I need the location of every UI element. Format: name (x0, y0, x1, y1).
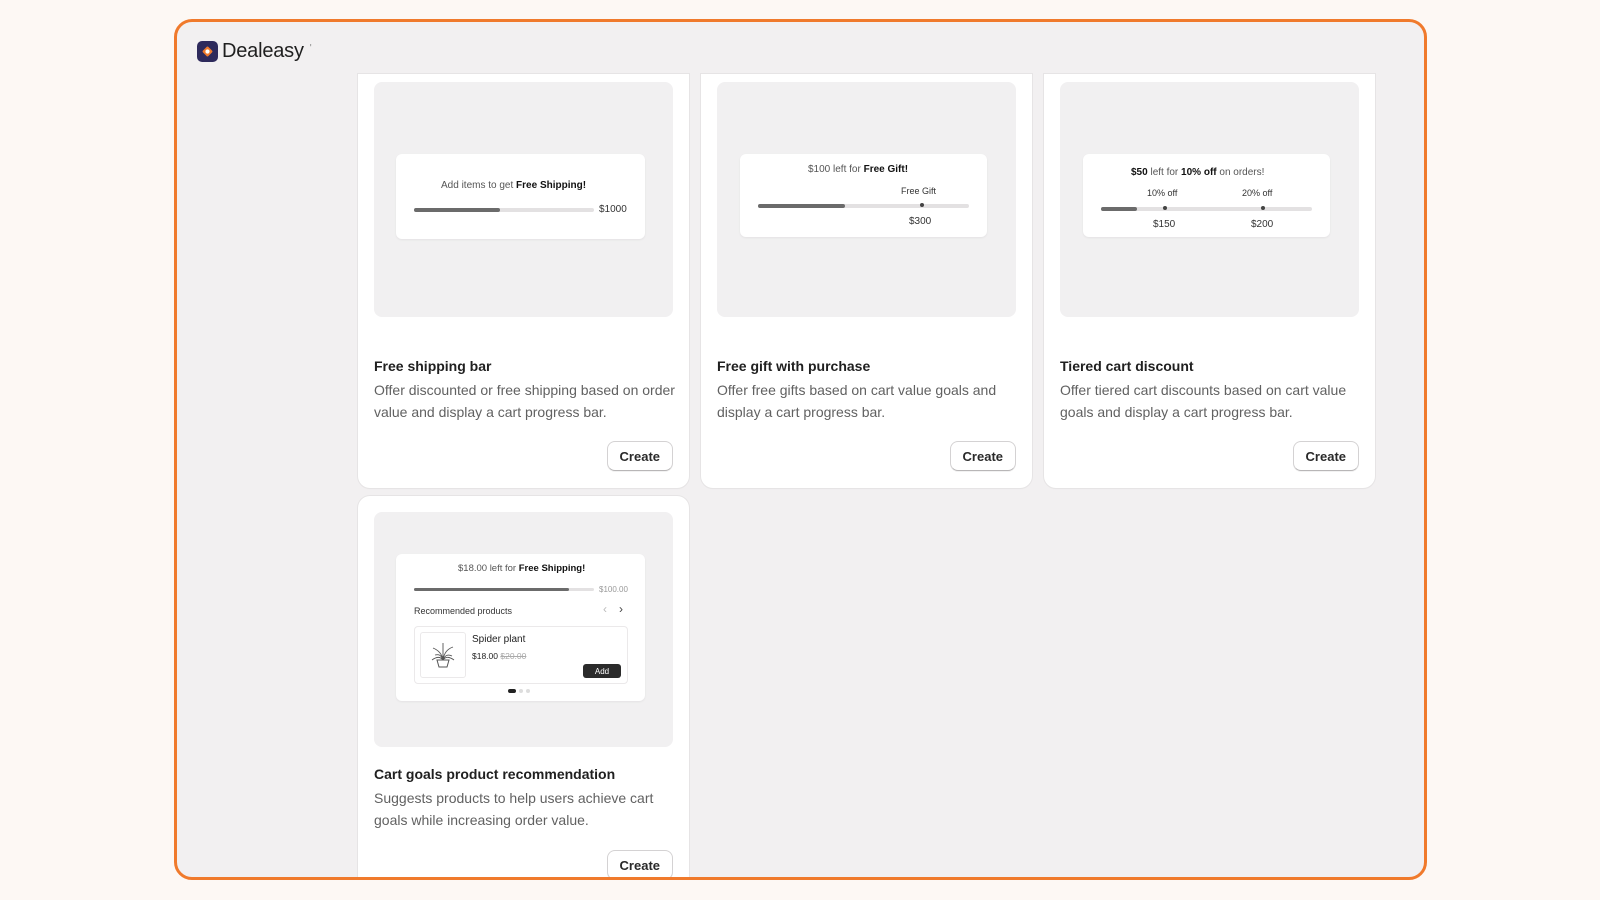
create-button[interactable]: Create (949, 441, 1016, 471)
progress-bar (414, 588, 594, 591)
progress-fill (414, 208, 501, 212)
chevron-right-icon[interactable]: › (619, 602, 623, 616)
preview-widget: Add items to get Free Shipping! $1000 (396, 154, 645, 239)
card-description: Offer tiered cart discounts based on car… (1060, 382, 1347, 420)
preview-message: Add items to get Free Shipping! (441, 180, 587, 191)
card-description: Suggests products to help users achieve … (374, 790, 654, 828)
template-card-free-shipping-bar: Add items to get Free Shipping! $1000 Fr… (358, 74, 689, 488)
card-title: Free shipping bar (374, 358, 492, 374)
carousel-dots (508, 689, 530, 693)
card-description: Offer free gifts based on cart value goa… (717, 382, 997, 420)
goal-value: $1000 (599, 204, 627, 215)
carousel-dot[interactable] (508, 689, 516, 693)
tier2-label: 20% off (1242, 188, 1273, 198)
preview-message: $18.00 left for Free Shipping! (458, 563, 586, 574)
progress-bar (1101, 206, 1312, 211)
create-button[interactable]: Create (606, 441, 673, 471)
template-card-tiered-discount: $50 left for 10% off on orders! 10% off … (1044, 74, 1375, 488)
template-card-cart-goals-recommendation: $18.00 left for Free Shipping! $100.00 R… (358, 496, 689, 877)
tier2-marker (1261, 206, 1265, 210)
brand-suffix: ' (309, 43, 312, 54)
preview-widget: $100 left for Free Gift! Free Gift $300 (740, 154, 987, 237)
preview-free-shipping-bar: Add items to get Free Shipping! $1000 (374, 82, 673, 317)
brand: Dealeasy ' (197, 40, 312, 63)
carousel-dot[interactable] (526, 689, 530, 693)
product-image (420, 632, 466, 678)
app-frame: Dealeasy ' Add items to get Free Shippin… (174, 19, 1427, 880)
create-button[interactable]: Create (606, 850, 673, 877)
dealeasy-logo-icon (197, 41, 218, 62)
template-card-free-gift: $100 left for Free Gift! Free Gift $300 … (701, 74, 1032, 488)
add-product-button[interactable]: Add (583, 664, 621, 678)
tier1-value: $150 (1153, 219, 1176, 230)
card-title: Free gift with purchase (717, 358, 871, 374)
compare-price: $20.00 (500, 651, 527, 661)
product-price: $18.00 $20.00 (472, 651, 527, 661)
carousel-dot[interactable] (519, 689, 523, 693)
milestone-marker (920, 203, 924, 207)
milestone-value: $300 (909, 216, 932, 227)
product-name: Spider plant (472, 634, 526, 645)
preview-tiered-discount: $50 left for 10% off on orders! 10% off … (1060, 82, 1359, 317)
progress-fill (758, 204, 845, 208)
tier2-value: $200 (1251, 219, 1274, 230)
product-card: Spider plant $18.00 $20.00 Add (414, 626, 628, 684)
preview-cart-goals-recommendation: $18.00 left for Free Shipping! $100.00 R… (374, 512, 673, 747)
recommended-label: Recommended products (414, 606, 513, 616)
milestone-label: Free Gift (901, 186, 937, 196)
create-button[interactable]: Create (1292, 441, 1359, 471)
tier1-marker (1163, 206, 1167, 210)
progress-bar (414, 208, 594, 212)
brand-name: Dealeasy (222, 40, 304, 62)
plant-icon (431, 643, 455, 668)
card-description: Offer discounted or free shipping based … (374, 382, 675, 420)
preview-message: $100 left for Free Gift! (808, 164, 909, 175)
chevron-left-icon[interactable]: ‹ (603, 602, 607, 616)
tier1-label: 10% off (1147, 188, 1178, 198)
preview-free-gift: $100 left for Free Gift! Free Gift $300 (717, 82, 1016, 317)
card-title: Cart goals product recommendation (374, 766, 616, 782)
preview-widget: $18.00 left for Free Shipping! $100.00 R… (396, 554, 645, 701)
card-title: Tiered cart discount (1060, 358, 1194, 374)
progress-fill (1101, 207, 1137, 211)
preview-widget: $50 left for 10% off on orders! 10% off … (1083, 154, 1330, 237)
goal-value: $100.00 (599, 585, 628, 594)
preview-message: $50 left for 10% off on orders! (1131, 167, 1265, 178)
progress-fill (414, 588, 569, 591)
progress-bar (758, 203, 969, 208)
